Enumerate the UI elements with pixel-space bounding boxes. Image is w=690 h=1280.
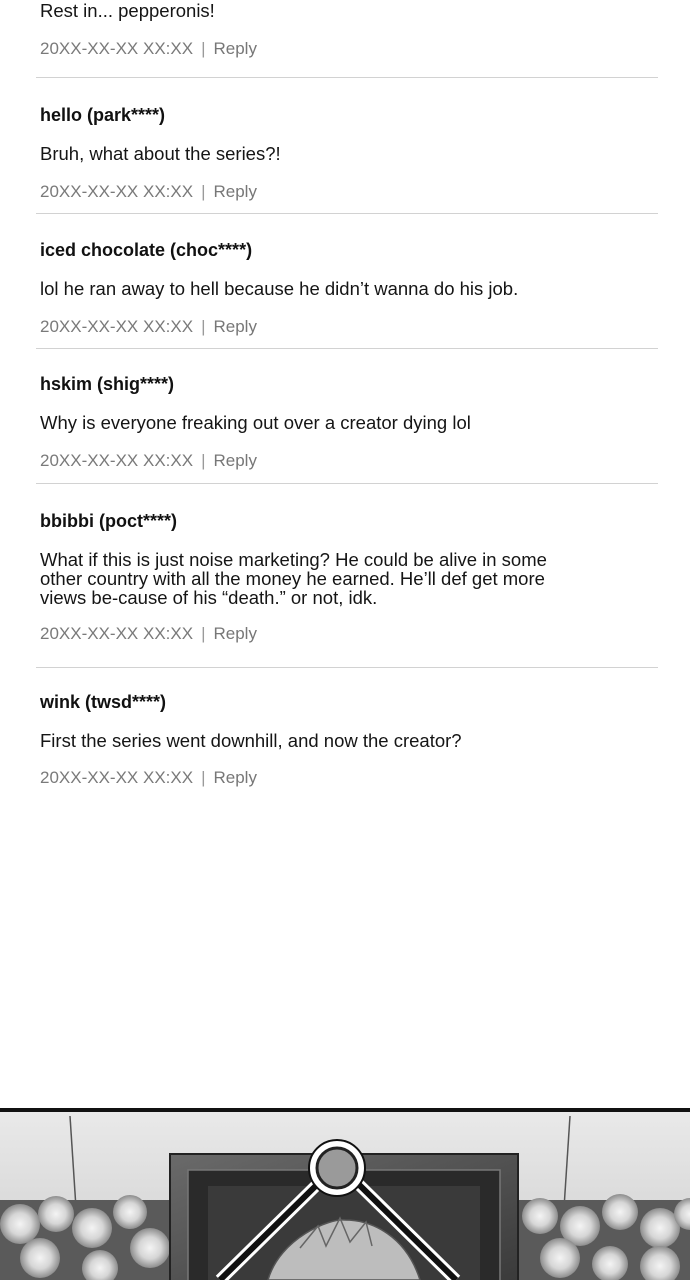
comment-timestamp: 20XX-XX-XX XX:XX — [40, 182, 194, 201]
reply-link[interactable]: Reply — [214, 451, 257, 470]
comment-username: wink (twsd****) — [40, 692, 167, 712]
comment-username: hskim (shig****) — [40, 374, 175, 394]
meta-separator: | — [201, 768, 206, 787]
comment-divider — [36, 483, 658, 484]
comment-item: wink (twsd****) First the series went do… — [36, 687, 658, 797]
meta-separator: | — [201, 39, 206, 58]
comment-username: bbibbi (poct****) — [40, 511, 177, 531]
comment-text: First the series went downhill, and now … — [40, 730, 462, 751]
comment-divider — [36, 213, 658, 214]
comment-text: Rest in... pepperonis! — [40, 0, 215, 21]
comment-item: Rest in... pepperonis! 20XX-XX-XX XX:XX |… — [36, 0, 658, 70]
comment-meta: 20XX-XX-XX XX:XX | Reply — [40, 317, 257, 337]
funeral-portrait-illustration — [0, 1108, 690, 1280]
reply-link[interactable]: Reply — [214, 182, 257, 201]
comment-meta: 20XX-XX-XX XX:XX | Reply — [40, 182, 257, 202]
reply-link[interactable]: Reply — [214, 317, 257, 336]
comment-text: Bruh, what about the series?! — [40, 143, 281, 164]
comment-item: bbibbi (poct****) What if this is just n… — [36, 506, 658, 666]
comment-meta: 20XX-XX-XX XX:XX | Reply — [40, 451, 257, 471]
comment-item: iced chocolate (choc****) lol he ran awa… — [36, 235, 658, 345]
comment-meta: 20XX-XX-XX XX:XX | Reply — [40, 624, 257, 644]
reply-link[interactable]: Reply — [214, 624, 257, 643]
comment-text: lol he ran away to hell because he didn’… — [40, 278, 519, 299]
comment-timestamp: 20XX-XX-XX XX:XX — [40, 317, 194, 336]
reply-link[interactable]: Reply — [214, 768, 257, 787]
comment-timestamp: 20XX-XX-XX XX:XX — [40, 451, 194, 470]
comment-meta: 20XX-XX-XX XX:XX | Reply — [40, 39, 257, 59]
comment-timestamp: 20XX-XX-XX XX:XX — [40, 768, 194, 787]
comment-timestamp: 20XX-XX-XX XX:XX — [40, 624, 194, 643]
comic-panel — [0, 1108, 690, 1280]
meta-separator: | — [201, 451, 206, 470]
comment-username: hello (park****) — [40, 105, 166, 125]
comment-meta: 20XX-XX-XX XX:XX | Reply — [40, 768, 257, 788]
comment-divider — [36, 667, 658, 668]
comment-item: hskim (shig****) Why is everyone freakin… — [36, 370, 658, 480]
comment-text: Why is everyone freaking out over a crea… — [40, 412, 471, 433]
comment-username: iced chocolate (choc****) — [40, 240, 253, 260]
comment-divider — [36, 348, 658, 349]
comment-divider — [36, 77, 658, 78]
meta-separator: | — [201, 317, 206, 336]
comment-text: What if this is just noise marketing? He… — [40, 549, 547, 608]
reply-link[interactable]: Reply — [214, 39, 257, 58]
comment-timestamp: 20XX-XX-XX XX:XX — [40, 39, 194, 58]
meta-separator: | — [201, 624, 206, 643]
meta-separator: | — [201, 182, 206, 201]
comment-item: hello (park****) Bruh, what about the se… — [36, 100, 658, 210]
